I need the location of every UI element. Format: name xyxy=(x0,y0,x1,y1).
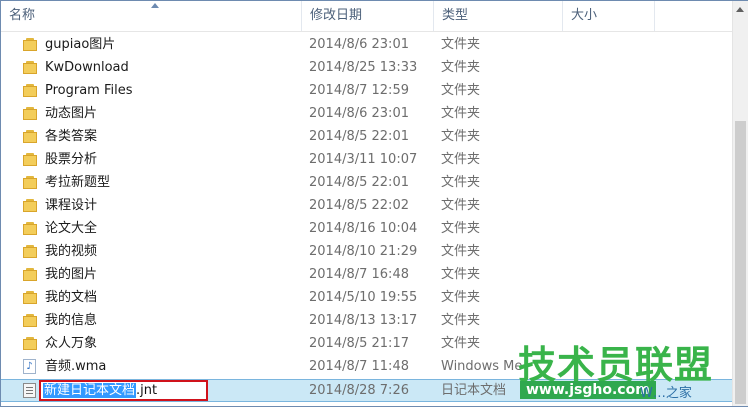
file-date: 2014/8/5 22:01 xyxy=(309,175,409,190)
folder-icon xyxy=(23,176,37,189)
file-name: 我的视频 xyxy=(45,244,98,259)
file-row[interactable]: 课程设计 2014/8/5 22:02 文件夹 xyxy=(1,194,732,217)
file-date: 2014/8/13 13:17 xyxy=(309,313,418,328)
column-header-size[interactable]: 大小 xyxy=(563,1,655,31)
file-date: 2014/8/16 10:04 xyxy=(309,221,418,236)
file-row[interactable]: 论文大全 2014/8/16 10:04 文件夹 xyxy=(1,217,732,240)
folder-icon xyxy=(23,107,37,120)
file-date: 2014/8/28 7:26 xyxy=(309,383,409,398)
column-header-date-label: 修改日期 xyxy=(310,8,363,23)
file-row[interactable]: gupiao图片 2014/8/6 23:01 文件夹 xyxy=(1,33,732,56)
file-name: 各类答案 xyxy=(45,129,98,144)
file-type: 文件夹 xyxy=(441,313,481,328)
folder-icon xyxy=(23,153,37,166)
folder-icon xyxy=(23,130,37,143)
scroll-up-arrow-icon[interactable] xyxy=(736,7,744,12)
notepad-file-icon xyxy=(23,383,36,398)
file-name: 股票分析 xyxy=(45,152,98,167)
file-date: 2014/8/7 16:48 xyxy=(309,267,409,282)
file-name: KwDownload xyxy=(45,60,129,75)
file-name: 我的信息 xyxy=(45,313,98,328)
folder-icon xyxy=(23,199,37,212)
file-type: 文件夹 xyxy=(441,267,481,282)
file-name: 动态图片 xyxy=(45,106,98,121)
folder-icon xyxy=(23,222,37,235)
file-date: 2014/3/11 10:07 xyxy=(309,152,418,167)
watermark-url: www.jsgho.com xyxy=(520,381,656,399)
folder-icon xyxy=(23,291,37,304)
file-date: 2014/5/10 19:55 xyxy=(309,290,418,305)
file-date: 2014/8/6 23:01 xyxy=(309,106,409,121)
music-file-icon: ♪ xyxy=(23,359,36,374)
file-name: 众人万象 xyxy=(45,336,98,351)
watermark-tagline: W…之家 xyxy=(640,386,692,401)
file-type: 文件夹 xyxy=(441,198,481,213)
file-row[interactable]: 各类答案 2014/8/5 22:01 文件夹 xyxy=(1,125,732,148)
file-date: 2014/8/7 12:59 xyxy=(309,83,409,98)
folder-icon xyxy=(23,84,37,97)
file-type: 文件夹 xyxy=(441,152,481,167)
file-name: Program Files xyxy=(45,83,133,98)
column-header-name[interactable]: 名称 xyxy=(1,1,302,31)
column-header-name-label: 名称 xyxy=(9,8,36,23)
folder-icon xyxy=(23,38,37,51)
column-header-date[interactable]: 修改日期 xyxy=(302,1,434,31)
folder-icon xyxy=(23,268,37,281)
file-type: 文件夹 xyxy=(441,83,481,98)
file-row[interactable]: KwDownload 2014/8/25 13:33 文件夹 xyxy=(1,56,732,79)
file-type: 文件夹 xyxy=(441,60,481,75)
column-header-size-label: 大小 xyxy=(571,8,598,23)
file-date: 2014/8/6 23:01 xyxy=(309,37,409,52)
file-row[interactable]: 考拉新题型 2014/8/5 22:01 文件夹 xyxy=(1,171,732,194)
rename-input[interactable]: 新建日记本文档 .jnt xyxy=(39,380,208,401)
file-name: 我的图片 xyxy=(45,267,98,282)
rename-selected-text: 新建日记本文档 xyxy=(43,383,137,398)
file-row[interactable]: Program Files 2014/8/7 12:59 文件夹 xyxy=(1,79,732,102)
file-name: 考拉新题型 xyxy=(45,175,111,190)
file-type: Windows Me xyxy=(441,359,523,374)
file-name: 课程设计 xyxy=(45,198,98,213)
column-header-type[interactable]: 类型 xyxy=(434,1,563,31)
folder-icon xyxy=(23,245,37,258)
file-type: 文件夹 xyxy=(441,336,481,351)
folder-icon xyxy=(23,314,37,327)
file-name: 音频.wma xyxy=(45,359,107,374)
rename-extension-text: .jnt xyxy=(136,383,158,398)
file-date: 2014/8/5 21:17 xyxy=(309,336,409,351)
file-type: 文件夹 xyxy=(441,106,481,121)
column-header-type-label: 类型 xyxy=(442,8,469,23)
file-row[interactable]: 我的信息 2014/8/13 13:17 文件夹 xyxy=(1,309,732,332)
file-type: 文件夹 xyxy=(441,244,481,259)
file-name: 我的文档 xyxy=(45,290,98,305)
sort-ascending-icon xyxy=(151,3,159,8)
folder-icon xyxy=(23,337,37,350)
file-row[interactable]: 我的视频 2014/8/10 21:29 文件夹 xyxy=(1,240,732,263)
file-date: 2014/8/25 13:33 xyxy=(309,60,418,75)
file-date: 2014/8/5 22:01 xyxy=(309,129,409,144)
file-date: 2014/8/7 11:48 xyxy=(309,359,409,374)
file-type: 日记本文档 xyxy=(441,383,507,398)
file-name: 论文大全 xyxy=(45,221,98,236)
file-row[interactable]: 股票分析 2014/3/11 10:07 文件夹 xyxy=(1,148,732,171)
folder-icon xyxy=(23,61,37,74)
column-header-bar: 名称 修改日期 类型 大小 xyxy=(1,1,732,32)
file-row[interactable]: 我的文档 2014/5/10 19:55 文件夹 xyxy=(1,286,732,309)
file-type: 文件夹 xyxy=(441,129,481,144)
file-type: 文件夹 xyxy=(441,37,481,52)
file-type: 文件夹 xyxy=(441,290,481,305)
file-date: 2014/8/5 22:02 xyxy=(309,198,409,213)
file-date: 2014/8/10 21:29 xyxy=(309,244,418,259)
file-row[interactable]: 动态图片 2014/8/6 23:01 文件夹 xyxy=(1,102,732,125)
file-type: 文件夹 xyxy=(441,175,481,190)
watermark-logo: 技术员联盟 www.jsgho.com W…之家 xyxy=(516,334,746,406)
file-type: 文件夹 xyxy=(441,221,481,236)
file-row[interactable]: 我的图片 2014/8/7 16:48 文件夹 xyxy=(1,263,732,286)
file-name: gupiao图片 xyxy=(45,37,116,52)
